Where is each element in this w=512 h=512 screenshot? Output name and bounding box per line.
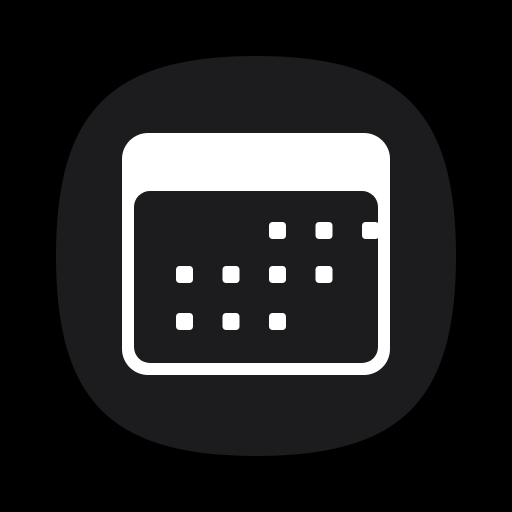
- calendar-day-dot: [269, 222, 286, 239]
- calendar-day-dot: [315, 266, 333, 283]
- calendar-day-dot: [362, 222, 379, 239]
- calendar-day-dot: [315, 222, 333, 239]
- calendar-app-icon[interactable]: [56, 56, 456, 456]
- calendar-day-dot: [222, 313, 240, 330]
- calendar-day-dot: [269, 313, 286, 330]
- calendar-day-dot: [176, 313, 193, 330]
- calendar-day-dot: [269, 266, 286, 283]
- app-icon-canvas: [0, 0, 512, 512]
- calendar-date-panel: [134, 191, 378, 363]
- calendar-day-dot: [222, 266, 240, 283]
- calendar-day-dot: [176, 266, 193, 283]
- calendar-icon: [122, 133, 390, 375]
